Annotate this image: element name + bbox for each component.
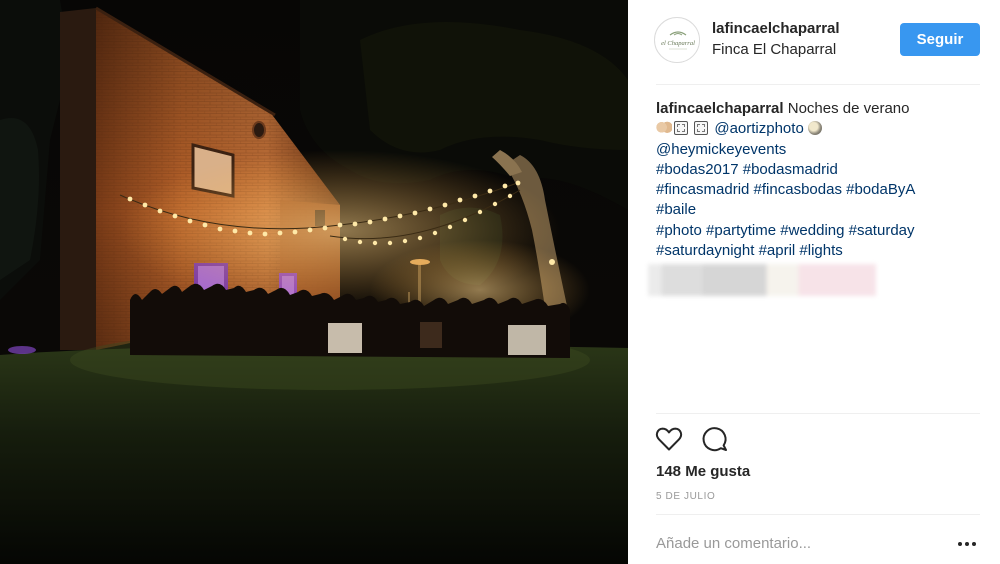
unknown-glyph-icon: [674, 121, 688, 136]
caption-username[interactable]: lafincaelchaparral: [656, 100, 784, 117]
clapping-hands-emoji-icon: [656, 121, 672, 136]
post-caption: lafincaelchaparral Noches de verano @aor…: [656, 99, 986, 261]
dot-icon: [958, 542, 962, 546]
header-location[interactable]: Finca El Chaparral: [712, 41, 836, 58]
like-button[interactable]: [654, 424, 684, 454]
svg-text:el Chaparral: el Chaparral: [661, 40, 695, 47]
mention-link[interactable]: @heymickeyevents: [656, 141, 786, 158]
hashtag-link[interactable]: #photo #partytime #wedding #saturday: [656, 222, 915, 239]
hashtag-link[interactable]: #fincasmadrid #fincasbodas #bodaByA: [656, 181, 915, 198]
post-photo[interactable]: [0, 0, 628, 564]
header-username[interactable]: lafincaelchaparral: [712, 20, 840, 37]
header-divider: [656, 84, 980, 85]
finca-logo-icon: el Chaparral: [656, 19, 699, 62]
hashtag-link[interactable]: #baile: [656, 201, 696, 218]
post-header: el Chaparral lafincaelchaparral Finca El…: [628, 0, 1000, 84]
heart-icon: [655, 427, 683, 451]
more-options-icon[interactable]: [956, 535, 978, 553]
moon-emoji-icon: [807, 121, 822, 136]
blurred-comment: [648, 264, 876, 296]
post-date[interactable]: 5 DE JULIO: [656, 491, 715, 502]
follow-button[interactable]: Seguir: [900, 23, 980, 56]
hashtag-link[interactable]: #bodas2017 #bodasmadrid: [656, 161, 838, 178]
hashtag-link[interactable]: #saturdaynight #april #lights: [656, 242, 843, 259]
comment-divider: [656, 514, 980, 515]
party-night-photo: [0, 0, 628, 564]
dot-icon: [965, 542, 969, 546]
unknown-glyph-icon: [694, 121, 709, 136]
caption-text: Noches de verano: [787, 100, 910, 117]
comment-input[interactable]: [656, 531, 946, 555]
mention-link[interactable]: @aortizphoto: [714, 120, 803, 137]
dot-icon: [972, 542, 976, 546]
avatar[interactable]: el Chaparral: [654, 17, 700, 63]
comments-divider: [656, 413, 980, 414]
comment-bubble-icon: [702, 427, 727, 452]
comment-button[interactable]: [700, 424, 730, 454]
post-sidebar: el Chaparral lafincaelchaparral Finca El…: [628, 0, 1000, 564]
like-count[interactable]: 148 Me gusta: [656, 463, 750, 480]
